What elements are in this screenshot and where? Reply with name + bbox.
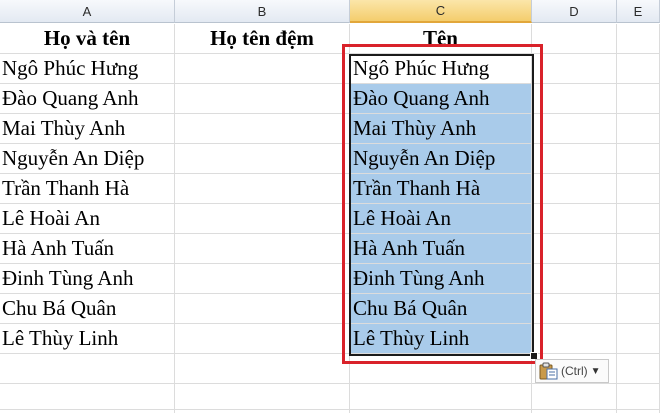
first-name-cell[interactable]: Mai Thùy Anh [350,114,532,143]
first-name-cell[interactable]: Lê Thùy Linh [350,324,532,353]
empty-cell[interactable] [617,174,660,203]
empty-cell[interactable] [617,264,660,293]
table-row: Mai Thùy Anh Mai Thùy Anh [0,114,660,144]
column-header-c[interactable]: C [350,0,532,23]
empty-cell[interactable] [532,324,617,353]
column-headers: A B C D E [0,0,660,24]
empty-cell[interactable] [175,204,350,233]
empty-cell[interactable] [175,294,350,323]
empty-cell[interactable] [617,234,660,263]
name-cell[interactable]: Chu Bá Quân [0,294,175,323]
empty-cell[interactable] [617,294,660,323]
empty-cell[interactable] [0,384,175,413]
table-row: Lê Thùy Linh Lê Thùy Linh [0,324,660,354]
empty-cell[interactable] [350,354,532,383]
name-cell[interactable]: Đào Quang Anh [0,84,175,113]
empty-cell[interactable] [175,114,350,143]
empty-cell[interactable] [532,234,617,263]
first-name-cell[interactable]: Nguyễn An Diệp [350,144,532,173]
empty-cell[interactable] [175,384,350,413]
table-row: Hà Anh Tuấn Hà Anh Tuấn [0,234,660,264]
table-row: Đào Quang Anh Đào Quang Anh [0,84,660,114]
name-cell[interactable]: Đinh Tùng Anh [0,264,175,293]
column-header-e[interactable]: E [617,0,660,23]
empty-cell[interactable] [532,54,617,83]
empty-cell[interactable] [175,84,350,113]
first-name-cell[interactable]: Hà Anh Tuấn [350,234,532,263]
table-row: Trần Thanh Hà Trần Thanh Hà [0,174,660,204]
empty-cell[interactable] [532,384,617,413]
header-cell-full-name[interactable]: Họ và tên [0,24,175,53]
empty-cell[interactable] [617,54,660,83]
empty-cell[interactable] [532,264,617,293]
empty-cell[interactable] [175,264,350,293]
name-cell[interactable]: Nguyễn An Diệp [0,144,175,173]
empty-cell[interactable] [175,54,350,83]
empty-cell[interactable] [532,114,617,143]
header-cell-first-name[interactable]: Tên [350,24,532,53]
first-name-cell[interactable]: Đào Quang Anh [350,84,532,113]
empty-cell[interactable] [617,204,660,233]
empty-cell[interactable] [532,174,617,203]
name-cell[interactable]: Mai Thùy Anh [0,114,175,143]
name-cell[interactable]: Ngô Phúc Hưng [0,54,175,83]
first-name-cell[interactable]: Trần Thanh Hà [350,174,532,203]
paste-options-label: (Ctrl) [561,364,588,378]
table-row: Ngô Phúc Hưng Ngô Phúc Hưng [0,54,660,84]
column-header-d[interactable]: D [532,0,617,23]
table-row: Đinh Tùng Anh Đinh Tùng Anh [0,264,660,294]
empty-cell[interactable] [617,84,660,113]
empty-cell[interactable] [617,24,660,53]
empty-cell[interactable] [532,204,617,233]
first-name-cell[interactable]: Lê Hoài An [350,204,532,233]
column-header-b[interactable]: B [175,0,350,23]
empty-cell[interactable] [617,354,660,383]
empty-cell[interactable] [175,234,350,263]
first-name-cell[interactable]: Đinh Tùng Anh [350,264,532,293]
first-name-cell-active[interactable]: Ngô Phúc Hưng [350,54,532,83]
name-cell[interactable]: Lê Hoài An [0,204,175,233]
first-name-cell[interactable]: Chu Bá Quân [350,294,532,323]
table-row: Nguyễn An Diệp Nguyễn An Diệp [0,144,660,174]
empty-cell[interactable] [175,174,350,203]
empty-cell[interactable] [532,84,617,113]
table-row: Chu Bá Quân Chu Bá Quân [0,294,660,324]
empty-cell[interactable] [350,384,532,413]
name-cell[interactable]: Trần Thanh Hà [0,174,175,203]
spreadsheet: A B C D E Họ và tên Họ tên đệm Tên Ngô P… [0,0,660,413]
column-header-a[interactable]: A [0,0,175,23]
empty-cell[interactable] [617,324,660,353]
table-row: Lê Hoài An Lê Hoài An [0,204,660,234]
empty-cell[interactable] [617,384,660,413]
name-cell[interactable]: Hà Anh Tuấn [0,234,175,263]
table-row [0,384,660,413]
empty-cell[interactable] [532,144,617,173]
empty-cell[interactable] [617,144,660,173]
header-cell-middle-name[interactable]: Họ tên đệm [175,24,350,53]
empty-cell[interactable] [175,354,350,383]
empty-cell[interactable] [532,294,617,323]
empty-cell[interactable] [175,144,350,173]
header-row: Họ và tên Họ tên đệm Tên [0,24,660,54]
empty-cell[interactable] [532,24,617,53]
empty-cell[interactable] [0,354,175,383]
clipboard-icon [539,362,559,380]
name-cell[interactable]: Lê Thùy Linh [0,324,175,353]
dropdown-arrow-icon: ▼ [590,365,601,377]
paste-options-button[interactable]: (Ctrl) ▼ [535,359,609,383]
empty-cell[interactable] [175,324,350,353]
empty-cell[interactable] [617,114,660,143]
